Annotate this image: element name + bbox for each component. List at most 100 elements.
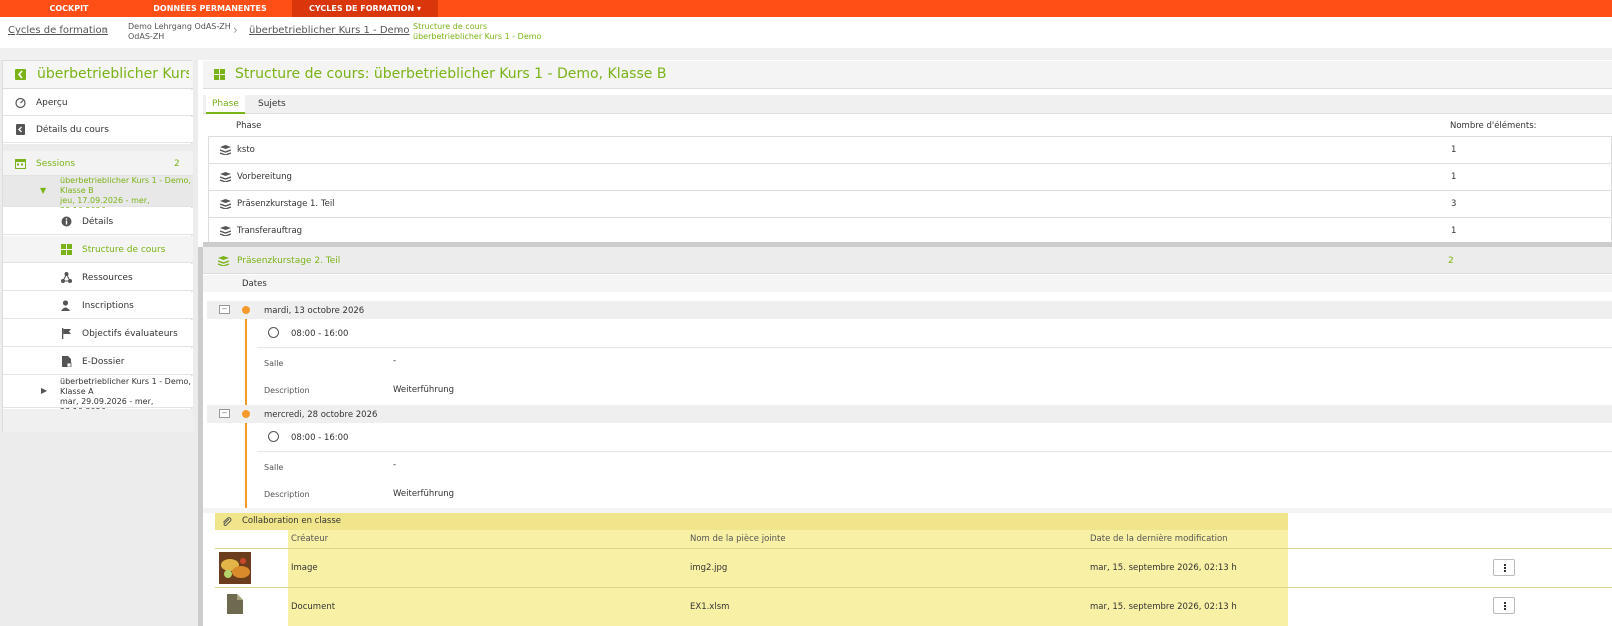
sidebar-subitem-structure[interactable]: Structure de cours [3, 236, 193, 263]
resources-icon [61, 272, 72, 283]
phase-row[interactable]: Vorbereitung 1 [208, 163, 1612, 191]
sidebar-subitem-inscriptions[interactable]: Inscriptions [3, 292, 193, 319]
description-label: Description [264, 386, 310, 395]
dates-header: Dates [203, 275, 1612, 292]
structure-icon [61, 244, 72, 255]
sidebar-subitem-ressources[interactable]: Ressources [3, 264, 193, 291]
image-thumbnail[interactable] [219, 552, 251, 584]
collaboration-title: Collaboration en classe [242, 516, 341, 526]
chevron-right-icon: › [397, 23, 402, 37]
creator-cell: Image [291, 563, 318, 573]
sessions-count: 2 [174, 159, 180, 169]
breadcrumb-current-course: überbetrieblicher Kurs 1 - Demo [413, 32, 542, 41]
nav-cycles-de-formation[interactable]: CYCLES DE FORMATION ▾ [292, 0, 438, 17]
sidebar-item-label: Détails du cours [36, 125, 109, 135]
book-icon [16, 124, 25, 135]
phase-name: Transferauftrag [237, 226, 303, 236]
sidebar-item-sessions[interactable]: Sessions 2 [3, 151, 193, 176]
time-range: 08:00 - 16:00 [291, 329, 349, 339]
session-a-class: Klasse A [60, 387, 94, 396]
collapse-toggle-icon[interactable]: − [219, 305, 230, 314]
phase-row[interactable]: Präsenzkurstage 1. Teil 3 [208, 190, 1612, 218]
phase-row-expanded[interactable]: Präsenzkurstage 2. Teil 2 [203, 247, 1612, 274]
document-icon[interactable] [227, 594, 243, 614]
page-title: Structure de cours: überbetrieblicher Ku… [235, 66, 667, 82]
divider [215, 587, 1612, 588]
sidebar-header: überbetrieblicher Kurs 1 - Demo, Klasse … [3, 61, 193, 89]
dates-label: Dates [242, 279, 267, 289]
sidebar-subitem-label: Objectifs évaluateurs [82, 329, 178, 339]
calendar-icon [15, 159, 26, 169]
layers-icon [220, 226, 231, 236]
breadcrumb-kurs[interactable]: überbetrieblicher Kurs 1 - Demo [249, 25, 410, 36]
session-klasse-b[interactable]: ▼ überbetrieblicher Kurs 1 - Demo, Klass… [3, 176, 193, 215]
layers-icon [220, 145, 231, 155]
date-row [207, 301, 1612, 319]
triangle-down-icon: ▼ [40, 186, 47, 195]
breadcrumb-current: Structure de cours überbetrieblicher Kur… [413, 22, 541, 42]
triangle-right-icon: ▶ [41, 386, 48, 395]
divider [257, 347, 1612, 348]
tab-sujets[interactable]: Sujets [252, 95, 292, 114]
dashboard-icon [15, 97, 26, 108]
nav-cockpit[interactable]: COCKPIT [36, 0, 102, 17]
date-label: mardi, 13 octobre 2026 [264, 306, 365, 316]
main-header: Structure de cours: überbetrieblicher Ku… [203, 61, 1612, 89]
phase-count: 1 [1451, 145, 1457, 155]
back-book-icon[interactable] [15, 69, 26, 80]
salle-label: Salle [264, 359, 284, 368]
more-menu-icon[interactable] [1493, 597, 1515, 614]
sidebar-subitem-edossier[interactable]: E-Dossier [3, 348, 193, 375]
session-b-name: überbetrieblicher Kurs 1 - Demo, [60, 176, 191, 185]
breadcrumb-cycles[interactable]: Cycles de formation [8, 25, 108, 36]
sidebar-gap [3, 144, 193, 151]
divider [215, 548, 1612, 549]
sidebar-subitem-label: E-Dossier [82, 357, 125, 367]
nav-donnees-permanentes[interactable]: DONNÉES PERMANENTES ▾ [152, 0, 268, 30]
sidebar-item-label: Aperçu [36, 98, 68, 108]
description-label: Description [264, 490, 310, 499]
layers-icon [218, 256, 229, 266]
actions-column [1288, 530, 1612, 626]
sidebar-footer [3, 409, 193, 432]
column-header-modified: Date de la dernière modification [1090, 534, 1228, 544]
divider [257, 451, 1612, 452]
filename-cell[interactable]: img2.jpg [690, 563, 727, 573]
phase-name: ksto [237, 145, 255, 155]
sidebar-item-apercu[interactable]: Aperçu [3, 90, 193, 116]
salle-value: - [393, 356, 397, 366]
phase-row[interactable]: ksto 1 [208, 136, 1612, 164]
section-divider-left [198, 247, 203, 626]
creator-cell: Document [291, 602, 336, 612]
description-value: Weiterführung [393, 489, 454, 499]
date-row [207, 405, 1612, 423]
phase-name: Präsenzkurstage 1. Teil [237, 199, 335, 209]
column-header-filename: Nom de la pièce jointe [690, 534, 786, 544]
phase-row[interactable]: Transferauftrag 1 [208, 217, 1612, 244]
sidebar-item-details-cours[interactable]: Détails du cours [3, 117, 193, 143]
tab-phase[interactable]: Phase [206, 95, 245, 114]
more-menu-icon[interactable] [1493, 559, 1515, 576]
description-value: Weiterführung [393, 385, 454, 395]
collapse-toggle-icon[interactable]: − [219, 409, 230, 418]
sidebar: überbetrieblicher Kurs 1 - Demo, Klasse … [2, 60, 193, 432]
phase-name: Vorbereitung [237, 172, 292, 182]
sidebar-subitem-objectifs[interactable]: Objectifs évaluateurs [3, 320, 193, 347]
column-header-count: Nombre d'éléments: [1450, 121, 1537, 131]
sidebar-subitem-details[interactable]: Détails [3, 208, 193, 235]
session-klasse-a[interactable]: ▶ überbetrieblicher Kurs 1 - Demo, Klass… [3, 376, 193, 416]
salle-value: - [393, 460, 397, 470]
breadcrumb-lehrgang[interactable]: Demo Lehrgang OdAS-ZH OdAS-ZH [128, 22, 231, 42]
info-icon [61, 216, 72, 227]
session-a-name: überbetrieblicher Kurs 1 - Demo, [60, 377, 191, 386]
breadcrumb-current-page: Structure de cours [413, 22, 488, 31]
modified-cell: mar, 15. septembre 2026, 02:13 h [1090, 602, 1237, 612]
salle-label: Salle [264, 463, 284, 472]
clock-icon [268, 327, 279, 338]
phase-count: 3 [1451, 199, 1457, 209]
filename-cell[interactable]: EX1.xlsm [690, 602, 729, 612]
sidebar-subitem-label: Structure de cours [82, 245, 166, 255]
sidebar-title: überbetrieblicher Kurs 1 - Demo, Klasse … [37, 66, 189, 82]
clock-icon [268, 431, 279, 442]
session-b-class: Klasse B [60, 186, 94, 195]
